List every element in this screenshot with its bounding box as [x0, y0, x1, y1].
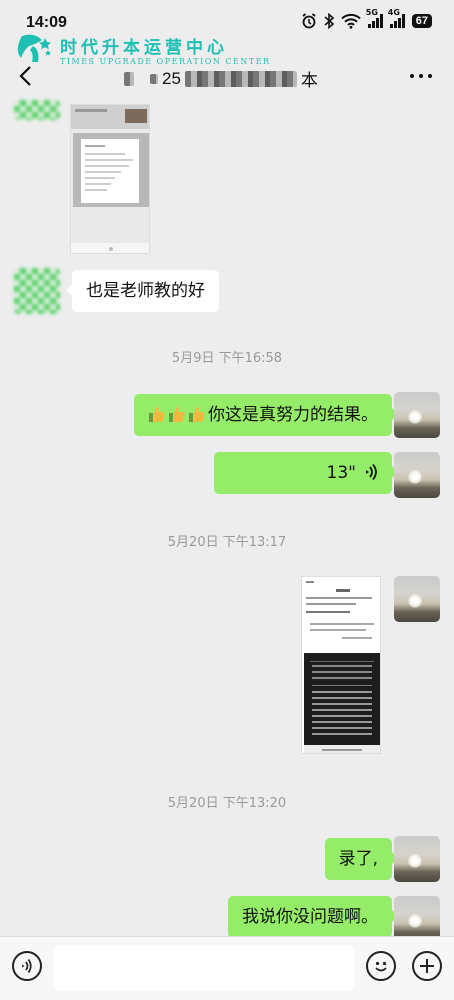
status-time: 14:09 — [26, 14, 67, 31]
thumbs-up-icon — [169, 406, 185, 422]
contact-avatar[interactable] — [14, 100, 60, 120]
redacted-name-2 — [150, 73, 158, 84]
voice-wave-icon — [366, 463, 377, 481]
more-icon[interactable] — [410, 74, 432, 80]
thumbs-up-icon — [149, 406, 165, 422]
chat-header: 25 本 — [0, 56, 454, 100]
chat-title: 25 本 — [124, 66, 318, 91]
signal-icon: 5G — [366, 8, 383, 28]
message-input[interactable] — [54, 945, 354, 991]
redacted-name — [124, 71, 134, 86]
voice-duration: 13" — [326, 463, 356, 483]
watermark-cn: 时代升本运营中心 — [60, 37, 228, 58]
sent-message[interactable]: 我说你没问题啊。 — [228, 896, 398, 938]
voice-input-icon — [22, 959, 32, 973]
redacted-name-3 — [184, 70, 297, 87]
emoji-button[interactable] — [366, 951, 396, 981]
input-bar — [0, 936, 454, 1000]
received-message[interactable]: 也是老师教的好 — [66, 270, 219, 312]
signal-icon-2: 4G — [388, 8, 405, 28]
battery-indicator: 67 — [411, 14, 432, 28]
sent-message-text: 你这是真努力的结果。 — [208, 405, 378, 425]
my-avatar[interactable] — [394, 392, 440, 438]
bluetooth-icon — [324, 13, 334, 29]
timestamp: 5月9日 下午16:58 — [171, 351, 283, 366]
status-icons: 5G 4G 67 — [301, 8, 432, 29]
voice-message[interactable]: 13" — [214, 452, 398, 494]
wifi-icon — [341, 13, 361, 29]
my-avatar[interactable] — [394, 452, 440, 498]
alarm-icon — [302, 13, 316, 29]
sent-message[interactable]: 录了, — [324, 838, 399, 880]
timestamp: 5月20日 下午13:17 — [167, 535, 287, 550]
add-icon — [420, 959, 434, 973]
timestamp: 5月20日 下午13:20 — [167, 796, 287, 811]
contact-avatar[interactable] — [14, 268, 60, 314]
title-number: 25 — [162, 68, 181, 88]
my-avatar[interactable] — [394, 836, 440, 882]
received-image-thumbnail[interactable] — [70, 104, 150, 254]
voice-input-button[interactable] — [12, 951, 42, 981]
sent-image-thumbnail[interactable] — [301, 576, 381, 754]
emoji-icon — [375, 961, 387, 972]
title-suffix: 本 — [300, 71, 318, 91]
thumbs-up-icon — [189, 406, 205, 422]
add-button[interactable] — [412, 951, 442, 981]
back-icon[interactable] — [14, 64, 38, 88]
my-avatar[interactable] — [394, 576, 440, 622]
sent-message[interactable]: 你这是真努力的结果。 — [134, 394, 398, 436]
